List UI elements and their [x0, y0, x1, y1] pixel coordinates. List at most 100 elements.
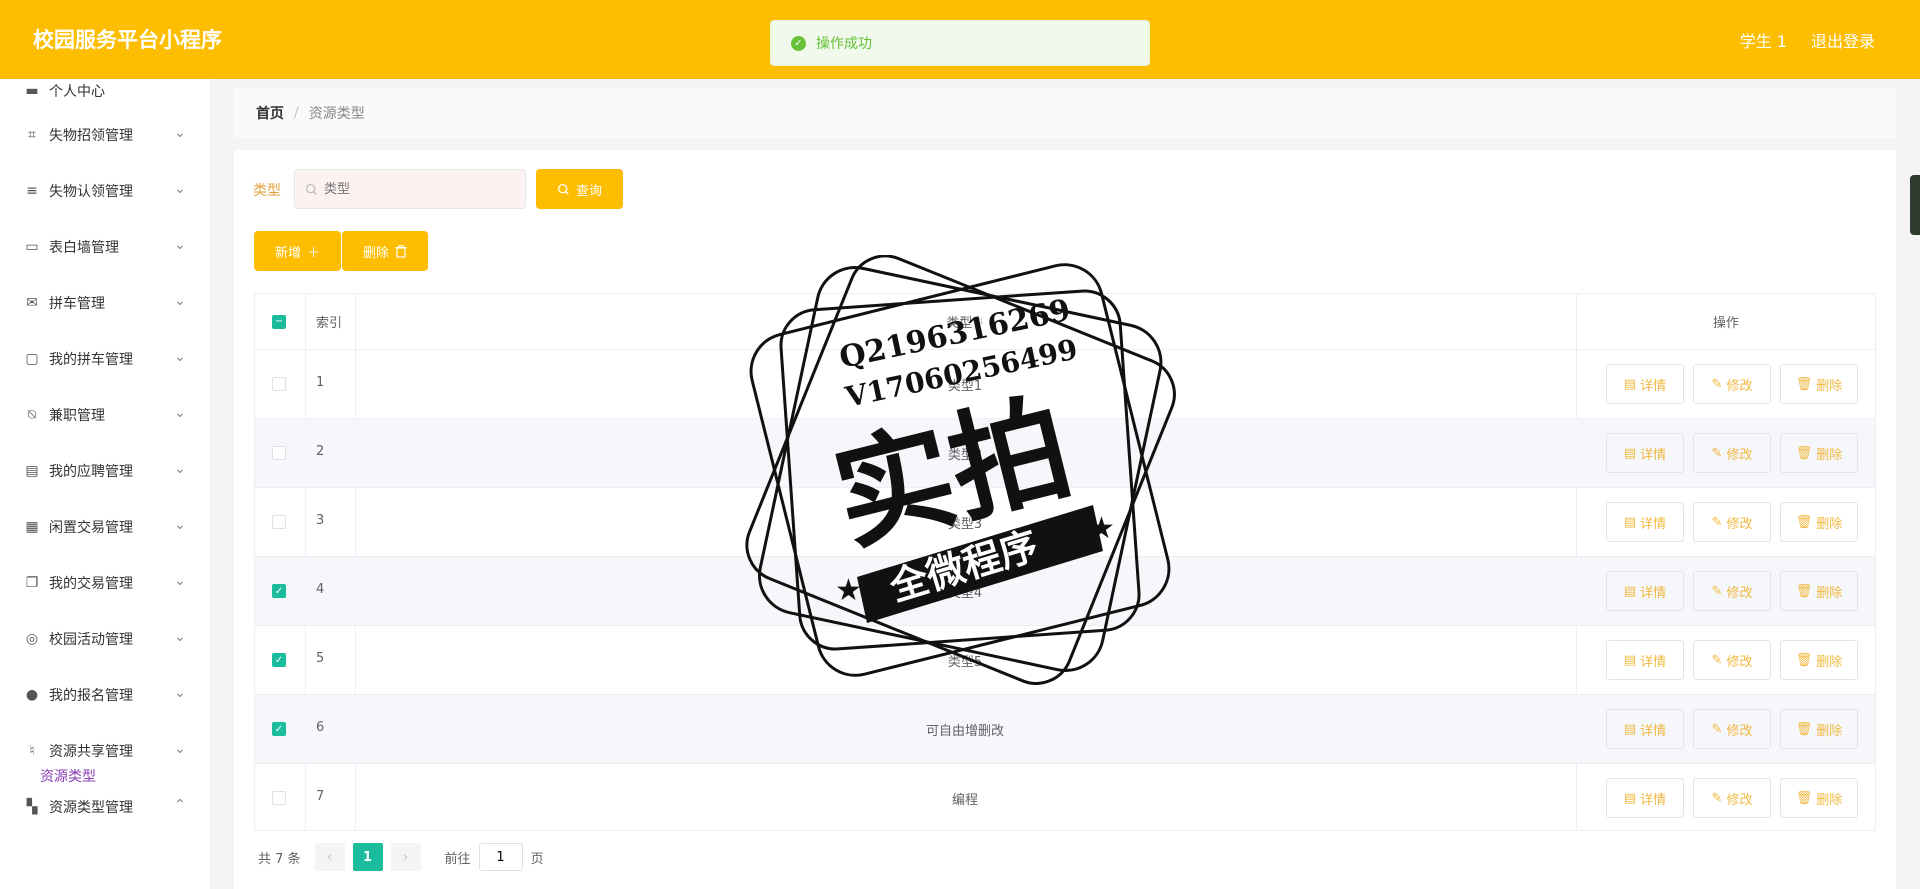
- search-input-box[interactable]: [294, 169, 526, 209]
- search-icon: [305, 183, 317, 195]
- goto-prefix: 前往: [444, 851, 471, 867]
- sidebar-item-label: 失物认领管理: [49, 184, 133, 200]
- row-checkbox[interactable]: ✓: [272, 584, 286, 598]
- delete-button[interactable]: 🗑 删除: [1780, 571, 1858, 611]
- chevron-down-icon: ⌄: [174, 461, 186, 477]
- delete-button[interactable]: 🗑 删除: [1780, 778, 1858, 818]
- success-toast: ✓ 操作成功: [770, 20, 1150, 66]
- sidebar-item-8[interactable]: ❐ 我的交易管理 ⌄: [0, 555, 210, 611]
- edit-button[interactable]: ✎ 修改: [1693, 640, 1771, 680]
- delete-button[interactable]: 🗑 删除: [1780, 433, 1858, 473]
- sidebar-item-6[interactable]: ▤ 我的应聘管理 ⌄: [0, 443, 210, 499]
- delete-button[interactable]: 🗑 删除: [1780, 364, 1858, 404]
- top-right-menu: 学生 1 退出登录: [1740, 28, 1875, 52]
- chevron-down-icon: ⌄: [174, 349, 186, 365]
- trash-icon: 🗑: [1795, 721, 1813, 737]
- page-number-current[interactable]: 1: [352, 843, 383, 871]
- delete-button[interactable]: 🗑 删除: [1780, 709, 1858, 749]
- row-checkbox[interactable]: [272, 446, 286, 460]
- row-checkbox[interactable]: ✓: [272, 653, 286, 667]
- next-page-button[interactable]: ›: [390, 843, 421, 871]
- logout-link[interactable]: 退出登录: [1811, 28, 1875, 52]
- header-index: 索引: [316, 316, 343, 331]
- row-checkbox[interactable]: [272, 791, 286, 805]
- detail-button[interactable]: ▤ 详情: [1606, 502, 1684, 542]
- edit-button[interactable]: ✎ 修改: [1693, 433, 1771, 473]
- add-button-label: 新增: [274, 245, 301, 261]
- detail-button[interactable]: ▤ 详情: [1606, 640, 1684, 680]
- sidebar-item-0[interactable]: ⌗ 失物招领管理 ⌄: [0, 107, 210, 163]
- detail-label: 详情: [1640, 516, 1667, 532]
- sidebar-item-1[interactable]: ≡ 失物认领管理 ⌄: [0, 163, 210, 219]
- add-button[interactable]: 新增 ＋: [254, 231, 341, 271]
- star-icon: ★: [1088, 511, 1115, 546]
- delete-button[interactable]: 🗑 删除: [1780, 502, 1858, 542]
- user-name[interactable]: 学生 1: [1740, 28, 1787, 52]
- sidebar-subitem-resource-type[interactable]: 资源类型: [40, 766, 96, 786]
- row-checkbox[interactable]: ✓: [272, 722, 286, 736]
- trash-icon: 🗑: [1795, 790, 1813, 806]
- copy-icon: ❐: [25, 575, 39, 591]
- edit-icon: ✎: [1711, 445, 1723, 461]
- edit-button[interactable]: ✎ 修改: [1693, 778, 1771, 818]
- delete-label: 删除: [1816, 516, 1843, 532]
- sidebar-item-7[interactable]: ▦ 闲置交易管理 ⌄: [0, 499, 210, 555]
- detail-button[interactable]: ▤ 详情: [1606, 364, 1684, 404]
- breadcrumb-home[interactable]: 首页: [256, 103, 284, 123]
- sidebar-item-label: 兼职管理: [49, 408, 105, 424]
- edit-icon: ✎: [1711, 514, 1723, 530]
- scrollbar-handle[interactable]: [1910, 175, 1920, 235]
- sidebar-item-9[interactable]: ◎ 校园活动管理 ⌄: [0, 611, 210, 667]
- sidebar-item-5[interactable]: ⍉ 兼职管理 ⌄: [0, 387, 210, 443]
- sidebar-item-10[interactable]: ● 我的报名管理 ⌄: [0, 667, 210, 723]
- search-button[interactable]: 查询: [536, 169, 623, 209]
- goto-page-input[interactable]: [478, 843, 523, 871]
- sidebar-item-label: 个人中心: [49, 84, 105, 100]
- plus-icon: ＋: [307, 245, 321, 261]
- header-ops: 操作: [1712, 316, 1739, 331]
- detail-label: 详情: [1640, 654, 1667, 670]
- trash-icon: 🗑: [1795, 652, 1813, 668]
- bell-off-icon: ⍉: [27, 407, 37, 423]
- edit-button[interactable]: ✎ 修改: [1693, 364, 1771, 404]
- sidebar-item-2[interactable]: ▭ 表白墙管理 ⌄: [0, 219, 210, 275]
- detail-button[interactable]: ▤ 详情: [1606, 433, 1684, 473]
- edit-button[interactable]: ✎ 修改: [1693, 709, 1771, 749]
- chevron-down-icon: ⌄: [174, 405, 186, 421]
- chat-icon: ▢: [25, 351, 39, 367]
- delete-button[interactable]: 🗑 删除: [1780, 640, 1858, 680]
- detail-label: 详情: [1640, 447, 1667, 463]
- document-icon: ▤: [1623, 721, 1637, 737]
- edit-button[interactable]: ✎ 修改: [1693, 502, 1771, 542]
- edit-icon: ✎: [1711, 583, 1723, 599]
- row-checkbox[interactable]: [272, 515, 286, 529]
- chevron-down-icon: ⌄: [174, 573, 186, 589]
- pagination: 共 7 条 ‹ 1 › 前往 页: [258, 843, 544, 871]
- search-icon: [557, 183, 569, 195]
- prev-page-button[interactable]: ‹: [314, 843, 345, 871]
- chevron-down-icon: ⌄: [174, 181, 186, 197]
- sidebar-item-12[interactable]: ▚ 资源类型管理 ⌃: [0, 779, 210, 835]
- sidebar-item-3[interactable]: ✉ 拼车管理 ⌄: [0, 275, 210, 331]
- sidebar-item-label: 我的拼车管理: [49, 352, 133, 368]
- goto-suffix: 页: [530, 851, 544, 867]
- sidebar-item-4[interactable]: ▢ 我的拼车管理 ⌄: [0, 331, 210, 387]
- search-input[interactable]: [324, 181, 504, 197]
- chevron-down-icon: ⌄: [174, 293, 186, 309]
- detail-button[interactable]: ▤ 详情: [1606, 709, 1684, 749]
- document-icon: ▤: [1623, 583, 1637, 599]
- detail-button[interactable]: ▤ 详情: [1606, 778, 1684, 818]
- app-title: 校园服务平台小程序: [33, 28, 222, 52]
- detail-button[interactable]: ▤ 详情: [1606, 571, 1684, 611]
- select-all-checkbox[interactable]: −: [272, 314, 286, 329]
- header-select-all[interactable]: −: [272, 294, 286, 349]
- edit-button[interactable]: ✎ 修改: [1693, 571, 1771, 611]
- batch-delete-button[interactable]: 删除: [342, 231, 428, 271]
- sidebar-item-11[interactable]: ♮ 资源共享管理 ⌄: [0, 723, 210, 779]
- document-icon: ▤: [1623, 652, 1637, 668]
- pagination-total: 共 7 条: [258, 851, 301, 867]
- row-checkbox[interactable]: [272, 377, 286, 391]
- breadcrumb: 首页 / 资源类型: [234, 88, 1896, 138]
- compass-icon: ◎: [25, 631, 39, 647]
- row-index: 6: [316, 720, 325, 735]
